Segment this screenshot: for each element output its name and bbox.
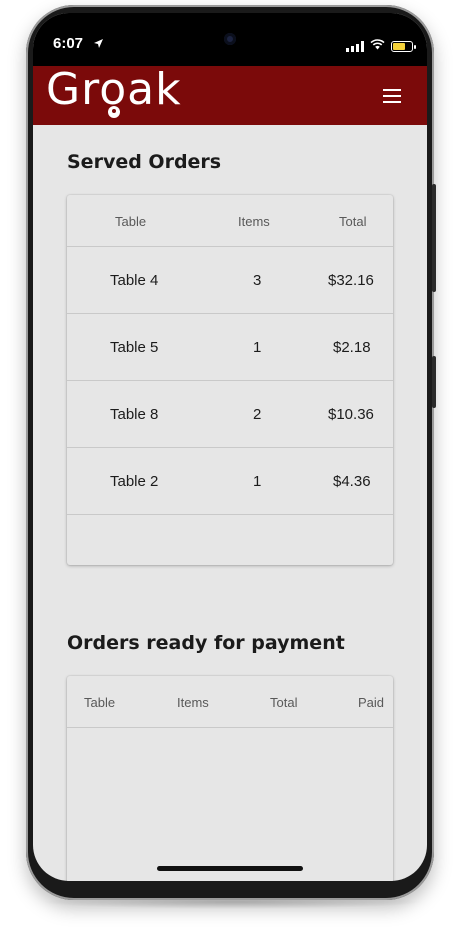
- status-bar: 6:07: [33, 13, 427, 66]
- power-button: [432, 184, 436, 292]
- cell-total: $2.18: [333, 339, 371, 356]
- logo-face-icon: [108, 106, 120, 118]
- cell-total: $10.36: [328, 406, 374, 423]
- payment-orders-title: Orders ready for payment: [67, 632, 345, 654]
- table-row[interactable]: Table 8 2 $10.36: [67, 381, 393, 448]
- battery-icon: [391, 40, 416, 52]
- phone-screen: 6:07 Groak Served Orders Table Items Tot…: [33, 13, 427, 881]
- column-header-total: Total: [270, 695, 298, 710]
- home-indicator[interactable]: [157, 866, 303, 871]
- cell-items: 2: [253, 406, 262, 423]
- table-row[interactable]: Table 5 1 $2.18: [67, 314, 393, 381]
- cell-items: 1: [253, 473, 262, 490]
- location-arrow-icon: [93, 36, 104, 54]
- payment-orders-table: Table Items Total Paid: [67, 676, 393, 881]
- status-time: 6:07: [53, 35, 84, 52]
- column-header-paid: Paid: [358, 695, 385, 710]
- table-header: Table Items Total Paid: [67, 676, 393, 728]
- column-header-total: Total: [339, 214, 367, 229]
- cell-table: Table 4: [110, 272, 159, 289]
- column-header-items: Items: [238, 214, 270, 229]
- cell-items: 1: [253, 339, 262, 356]
- cell-table: Table 8: [110, 406, 159, 423]
- front-camera: [224, 33, 236, 45]
- column-header-table: Table: [115, 214, 147, 229]
- served-orders-title: Served Orders: [67, 151, 222, 173]
- cell-total: $32.16: [328, 272, 374, 289]
- wifi-icon: [370, 37, 385, 55]
- hamburger-menu-icon[interactable]: [383, 89, 401, 103]
- main-content: Served Orders Table Items Total Table 4 …: [33, 125, 427, 881]
- table-row[interactable]: Table 4 3 $32.16: [67, 247, 393, 314]
- cell-items: 3: [253, 272, 262, 289]
- cell-table: Table 5: [110, 339, 159, 356]
- side-button: [432, 356, 436, 408]
- table-row[interactable]: Table 2 1 $4.36: [67, 448, 393, 515]
- app-bar: Groak: [33, 66, 427, 125]
- cell-total: $4.36: [333, 473, 371, 490]
- signal-icon: [346, 40, 364, 52]
- cell-table: Table 2: [110, 473, 159, 490]
- served-orders-table: Table Items Total Table 4 3 $32.16 Table…: [67, 195, 393, 565]
- status-icons: [346, 37, 416, 55]
- column-header-items: Items: [177, 695, 209, 710]
- column-header-table: Table: [84, 695, 116, 710]
- table-header: Table Items Total: [67, 195, 393, 247]
